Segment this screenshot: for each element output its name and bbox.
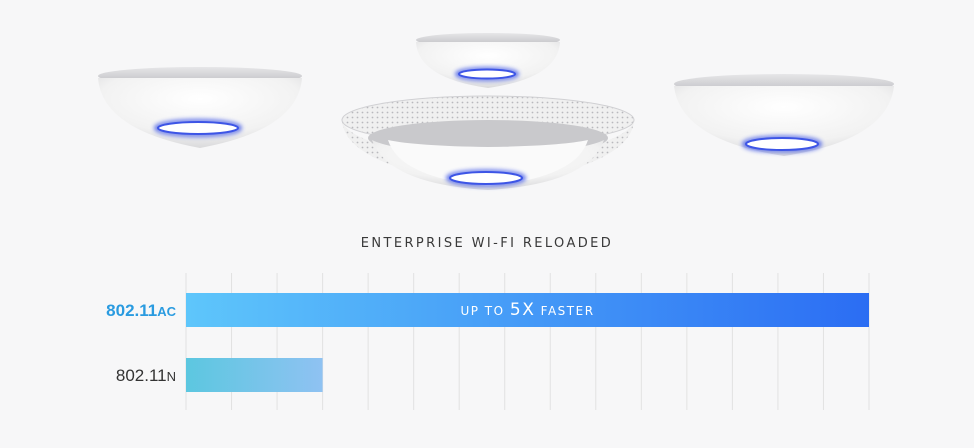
access-point-left (98, 67, 302, 148)
chart-category-labels: 802.11AC 802.11N (106, 301, 176, 385)
speed-comparison-chart: 802.11AC802.11N UP TO 5X FASTER (106, 273, 870, 410)
access-point-right (674, 74, 894, 156)
headline: ENTERPRISE WI-FI RELOADED (360, 236, 614, 251)
bar-n (186, 358, 323, 392)
category-label-ac: 802.11AC (106, 301, 176, 320)
access-point-top (416, 33, 560, 88)
access-point-center (341, 95, 635, 190)
category-label-n: 802.11N (116, 366, 176, 385)
access-points-illustration (98, 33, 894, 190)
